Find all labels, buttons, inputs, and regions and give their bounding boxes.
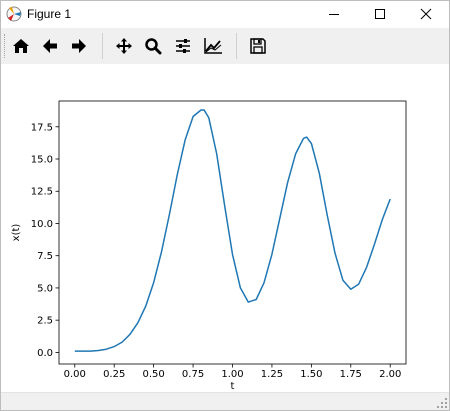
toolbar-grip[interactable] xyxy=(4,34,7,58)
move-icon xyxy=(116,38,132,54)
y-tick-label: 5.0 xyxy=(37,283,53,294)
title-bar[interactable]: Figure 1 xyxy=(1,1,449,27)
x-tick-label: 1.50 xyxy=(300,369,322,380)
x-tick-label: 2.00 xyxy=(379,369,401,380)
close-button[interactable] xyxy=(403,1,449,27)
navigation-toolbar xyxy=(1,28,449,64)
line-chart-icon xyxy=(204,38,222,54)
y-tick-label: 7.5 xyxy=(37,251,53,262)
x-tick-label: 0.00 xyxy=(64,369,86,380)
matplotlib-app-icon xyxy=(6,6,22,22)
series-line xyxy=(74,109,391,352)
y-tick-label: 17.5 xyxy=(31,122,53,133)
y-tick-label: 0.0 xyxy=(37,348,53,359)
x-tick-label: 1.25 xyxy=(261,369,283,380)
home-button[interactable] xyxy=(8,33,34,59)
y-tick-label: 12.5 xyxy=(31,187,53,198)
maximize-icon xyxy=(375,9,385,19)
x-tick-label: 0.50 xyxy=(143,369,165,380)
home-icon xyxy=(13,39,29,53)
floppy-disk-icon xyxy=(250,38,266,54)
figure-canvas[interactable]: 0.00 0.25 0.50 0.75 1.00 1.25 1.50 1.75 2.00 0.0 2… xyxy=(2,64,448,392)
toolbar-separator xyxy=(236,33,237,59)
x-tick-label: 0.75 xyxy=(182,369,204,380)
toolbar-separator xyxy=(102,33,103,59)
minimize-icon xyxy=(329,14,339,15)
sliders-icon xyxy=(176,39,190,53)
y-tick-label: 15.0 xyxy=(31,155,53,166)
maximize-button[interactable] xyxy=(357,1,403,27)
y-tick-label: 2.5 xyxy=(37,316,53,327)
save-button[interactable] xyxy=(245,33,271,59)
edit-axis-button[interactable] xyxy=(200,33,226,59)
figure-window: Figure 1 0.00 0.25 0.50 0.75 1.00 1.25 1… xyxy=(0,0,450,411)
status-bar xyxy=(1,392,449,410)
x-tick-label: 0.25 xyxy=(103,369,125,380)
y-tick-label: 10.0 xyxy=(31,219,53,230)
y-axis-label: x(t) xyxy=(11,224,22,242)
back-button[interactable] xyxy=(37,33,63,59)
minimize-button[interactable] xyxy=(311,1,357,27)
magnifier-icon xyxy=(145,38,162,55)
axes-frame xyxy=(58,100,407,365)
arrow-right-icon xyxy=(72,39,86,53)
close-icon xyxy=(420,8,432,20)
arrow-left-icon xyxy=(43,39,57,53)
forward-button[interactable] xyxy=(66,33,92,59)
x-tick-label: 1.00 xyxy=(221,369,243,380)
pan-button[interactable] xyxy=(111,33,137,59)
x-tick-label: 1.75 xyxy=(340,369,362,380)
zoom-button[interactable] xyxy=(140,33,166,59)
window-title: Figure 1 xyxy=(27,7,72,21)
x-axis-label: t xyxy=(231,381,235,392)
line-chart: 0.00 0.25 0.50 0.75 1.00 1.25 1.50 1.75 2.00 0.0 2… xyxy=(11,100,407,392)
resize-grip-icon[interactable] xyxy=(437,398,447,408)
configure-subplots-button[interactable] xyxy=(170,33,196,59)
